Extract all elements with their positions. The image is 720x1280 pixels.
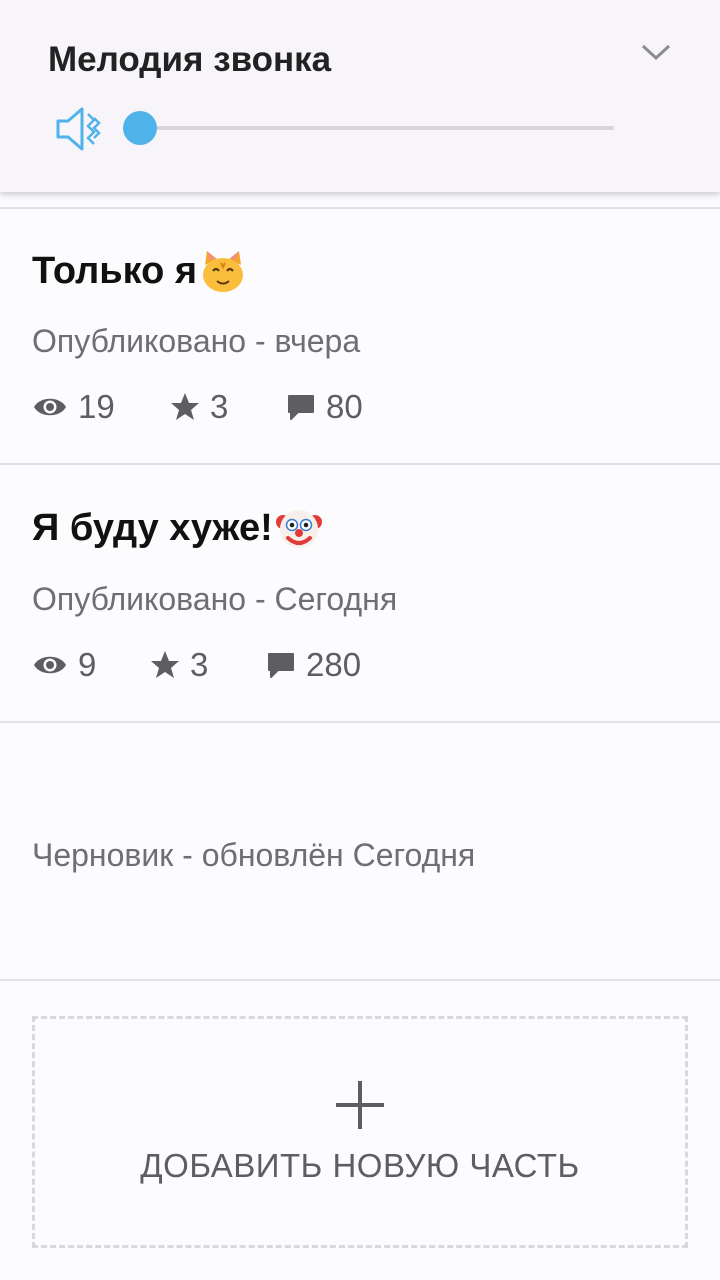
views-stat: 9 <box>32 646 150 684</box>
volume-slider[interactable] <box>123 110 614 146</box>
part-title-text: Только я <box>32 249 198 292</box>
eye-icon <box>34 656 66 674</box>
part-stats: 9 3 280 <box>32 645 361 685</box>
comments-count: 280 <box>306 646 362 683</box>
comments-stat: 80 <box>286 388 363 426</box>
chevron-down-icon <box>641 44 671 61</box>
part-stats: 19 3 80 <box>32 387 363 427</box>
views-count: 19 <box>78 388 115 425</box>
slider-thumb[interactable] <box>123 111 157 145</box>
part-status: Опубликовано - Сегодня <box>32 581 398 617</box>
add-new-part-label: ДОБАВИТЬ НОВУЮ ЧАСТЬ <box>140 1147 580 1184</box>
comment-icon <box>288 395 314 420</box>
slider-track <box>124 126 614 130</box>
star-icon <box>171 393 199 420</box>
part-title-text: Я буду хуже! <box>32 506 273 549</box>
comment-icon <box>268 653 294 678</box>
part-title: Я буду хуже! <box>32 504 323 552</box>
story-part-item[interactable]: Только я Опубликовано - вчера 19 3 80 <box>0 209 720 465</box>
comments-count: 80 <box>326 388 363 425</box>
clown-face-icon <box>275 510 322 548</box>
collapse-button[interactable] <box>630 30 682 74</box>
views-stat: 19 <box>32 388 170 426</box>
votes-stat: 3 <box>170 388 286 426</box>
plus-icon <box>336 1081 384 1129</box>
views-count: 9 <box>78 646 97 683</box>
add-new-part-button[interactable]: ДОБАВИТЬ НОВУЮ ЧАСТЬ <box>32 1016 688 1248</box>
votes-count: 3 <box>210 388 229 425</box>
volume-panel: Мелодия звонка <box>0 0 720 192</box>
volume-mute-icon[interactable] <box>52 104 104 154</box>
story-part-item[interactable]: Я буду хуже! Опубликовано - Сегодня 9 3 … <box>0 467 720 723</box>
comments-stat: 280 <box>266 646 361 684</box>
star-icon <box>151 651 179 678</box>
votes-count: 3 <box>190 646 209 683</box>
story-part-item[interactable]: Черновик - обновлён Сегодня <box>0 725 720 981</box>
votes-stat: 3 <box>150 646 266 684</box>
part-status: Черновик - обновлён Сегодня <box>32 837 476 873</box>
volume-title: Мелодия звонка <box>48 40 332 79</box>
part-status: Опубликовано - вчера <box>32 323 361 359</box>
part-title: Только я <box>32 247 247 295</box>
eye-icon <box>34 398 66 416</box>
cat-face-icon <box>203 251 244 292</box>
